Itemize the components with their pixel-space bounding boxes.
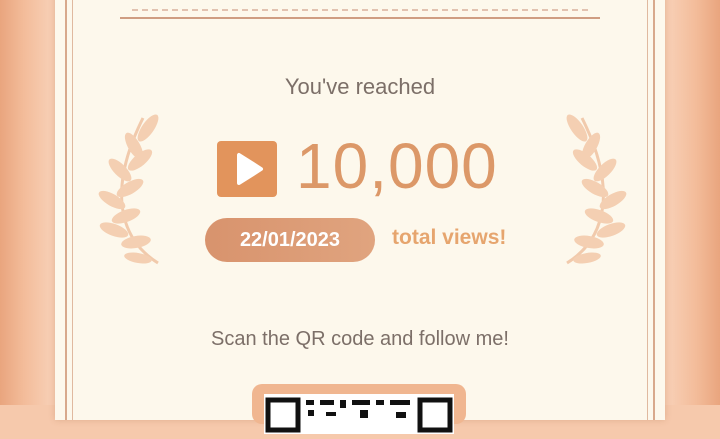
qr-code-icon[interactable] (264, 394, 454, 434)
scan-instruction: Scan the QR code and follow me! (211, 328, 509, 350)
top-dashed-divider (132, 9, 588, 11)
view-count: 10,000 (296, 130, 498, 202)
laurel-right-icon (566, 114, 627, 265)
border-line-right-inner (647, 0, 648, 420)
border-line-right (653, 0, 655, 420)
top-divider (120, 17, 600, 19)
play-icon (217, 141, 277, 197)
qr-code-frame (252, 384, 466, 434)
headline-text: You've reached (284, 74, 436, 99)
border-line-left-inner (72, 0, 73, 420)
total-views-label: total views! (392, 226, 507, 249)
border-line-left (65, 0, 67, 420)
laurel-left-icon (98, 114, 159, 265)
date-badge: 22/01/2023 (205, 218, 375, 262)
